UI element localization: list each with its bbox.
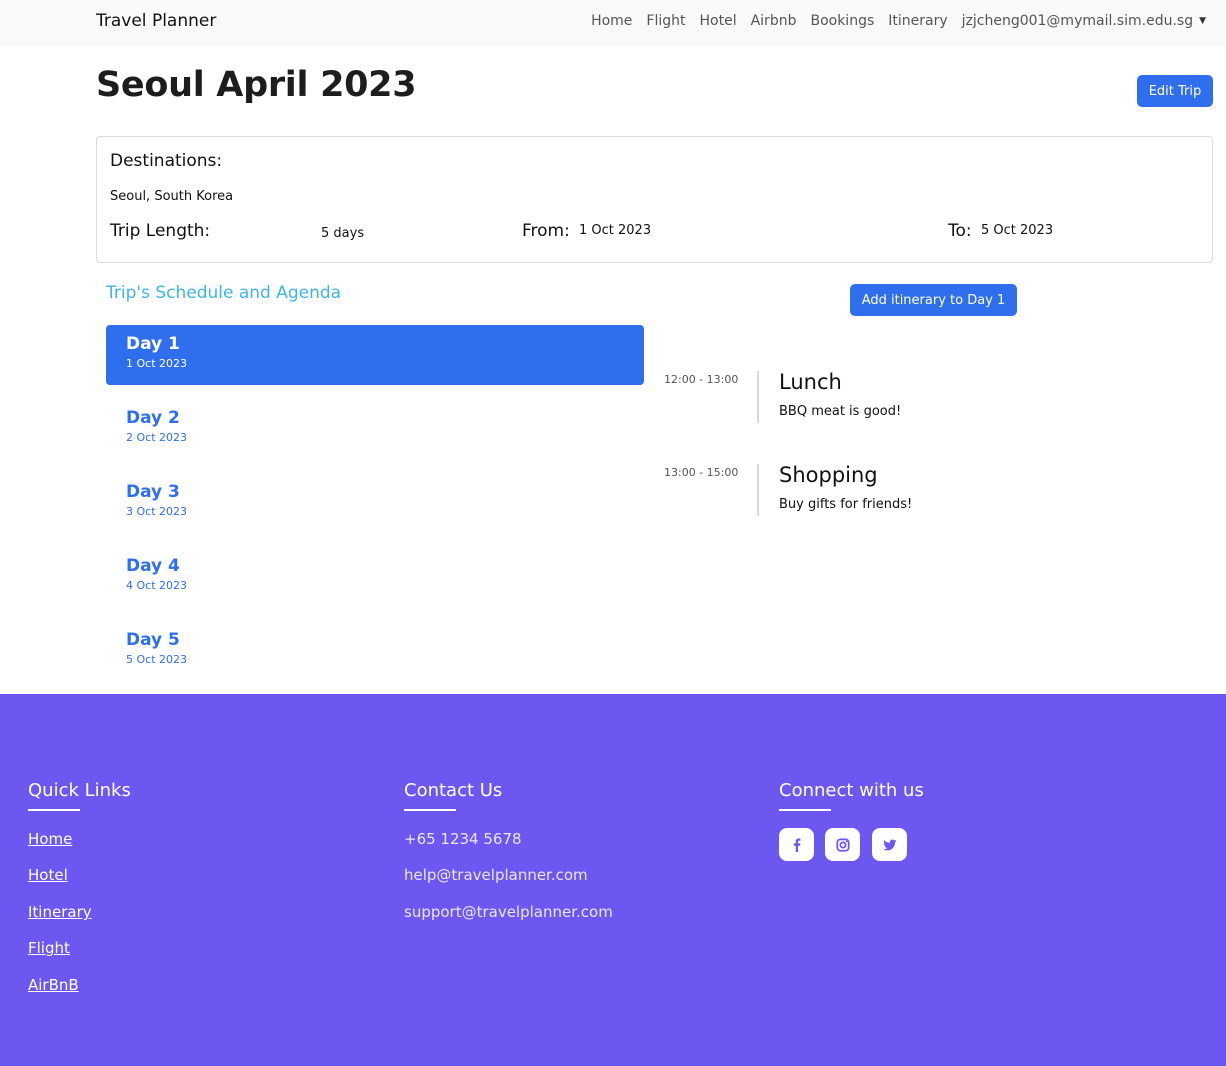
facebook-button[interactable]	[779, 828, 814, 861]
heading-underline	[779, 809, 831, 811]
nav-bookings[interactable]: Bookings	[810, 13, 874, 29]
twitter-icon	[882, 839, 897, 850]
day-date: 4 Oct 2023	[126, 579, 188, 592]
footer-link-airbnb[interactable]: AirBnB	[28, 976, 79, 994]
heading-underline	[404, 809, 456, 811]
day-tab-4[interactable]: Day 4 4 Oct 2023	[106, 547, 644, 607]
day-name: Day 5	[126, 630, 180, 650]
from-value: 1 Oct 2023	[579, 223, 652, 238]
trip-length-label: Trip Length:	[110, 221, 211, 241]
from-label: From:	[522, 221, 570, 241]
navbar: Travel Planner Home Flight Hotel Airbnb …	[0, 0, 1226, 46]
footer-link-hotel[interactable]: Hotel	[28, 866, 68, 884]
facebook-icon	[793, 837, 800, 852]
instagram-button[interactable]	[825, 828, 860, 861]
timeline-divider	[757, 371, 759, 423]
day-name: Day 3	[126, 482, 180, 502]
nav-airbnb[interactable]: Airbnb	[751, 13, 797, 29]
nav-flight[interactable]: Flight	[646, 13, 685, 29]
timeline-divider	[757, 464, 759, 516]
quick-links-heading: Quick Links	[28, 780, 131, 801]
day-tab-3[interactable]: Day 3 3 Oct 2023	[106, 473, 644, 533]
destinations-label: Destinations:	[110, 151, 223, 171]
instagram-icon	[835, 837, 850, 852]
footer: Quick Links Home Hotel Itinerary Flight …	[0, 694, 1226, 1066]
footer-link-flight[interactable]: Flight	[28, 939, 70, 957]
event-title: Lunch	[779, 370, 842, 394]
trip-length-value: 5 days	[321, 226, 365, 241]
to-label: To:	[948, 221, 972, 241]
day-date: 3 Oct 2023	[126, 505, 188, 518]
destinations-value: Seoul, South Korea	[110, 189, 234, 204]
day-date: 2 Oct 2023	[126, 431, 188, 444]
contact-heading: Contact Us	[404, 780, 503, 801]
nav-hotel[interactable]: Hotel	[700, 13, 737, 29]
twitter-button[interactable]	[872, 828, 907, 861]
day-tab-1[interactable]: Day 1 1 Oct 2023	[106, 325, 644, 385]
day-tab-5[interactable]: Day 5 5 Oct 2023	[106, 621, 644, 681]
nav-itinerary[interactable]: Itinerary	[888, 13, 947, 29]
day-tab-2[interactable]: Day 2 2 Oct 2023	[106, 399, 644, 459]
footer-link-itinerary[interactable]: Itinerary	[28, 903, 92, 921]
brand[interactable]: Travel Planner	[96, 11, 216, 31]
edit-trip-button[interactable]: Edit Trip	[1137, 75, 1213, 107]
day-name: Day 2	[126, 408, 180, 428]
nav-home[interactable]: Home	[591, 13, 632, 29]
chevron-down-icon[interactable]: ▼	[1199, 16, 1206, 26]
schedule-title: Trip's Schedule and Agenda	[106, 283, 342, 303]
event-description: BBQ meat is good!	[779, 404, 902, 419]
footer-link-home[interactable]: Home	[28, 830, 72, 848]
day-date: 5 Oct 2023	[126, 653, 188, 666]
contact-support-email: support@travelplanner.com	[404, 903, 613, 921]
event-time: 13:00 - 15:00	[664, 466, 739, 479]
user-menu[interactable]: jzjcheng001@mymail.sim.edu.sg	[962, 13, 1193, 29]
event-title: Shopping	[779, 463, 878, 487]
nav-links: Home Flight Hotel Airbnb Bookings Itiner…	[577, 13, 1206, 29]
event-description: Buy gifts for friends!	[779, 497, 913, 512]
day-name: Day 4	[126, 556, 180, 576]
to-value: 5 Oct 2023	[981, 223, 1054, 238]
contact-help-email: help@travelplanner.com	[404, 866, 588, 884]
day-date: 1 Oct 2023	[126, 357, 188, 370]
connect-heading: Connect with us	[779, 780, 924, 801]
contact-phone: +65 1234 5678	[404, 830, 522, 848]
heading-underline	[28, 809, 80, 811]
page-title: Seoul April 2023	[96, 65, 417, 105]
trip-info-card: Destinations: Seoul, South Korea Trip Le…	[96, 136, 1213, 263]
event-time: 12:00 - 13:00	[664, 373, 739, 386]
day-name: Day 1	[126, 334, 180, 354]
add-itinerary-button[interactable]: Add itinerary to Day 1	[850, 284, 1017, 316]
